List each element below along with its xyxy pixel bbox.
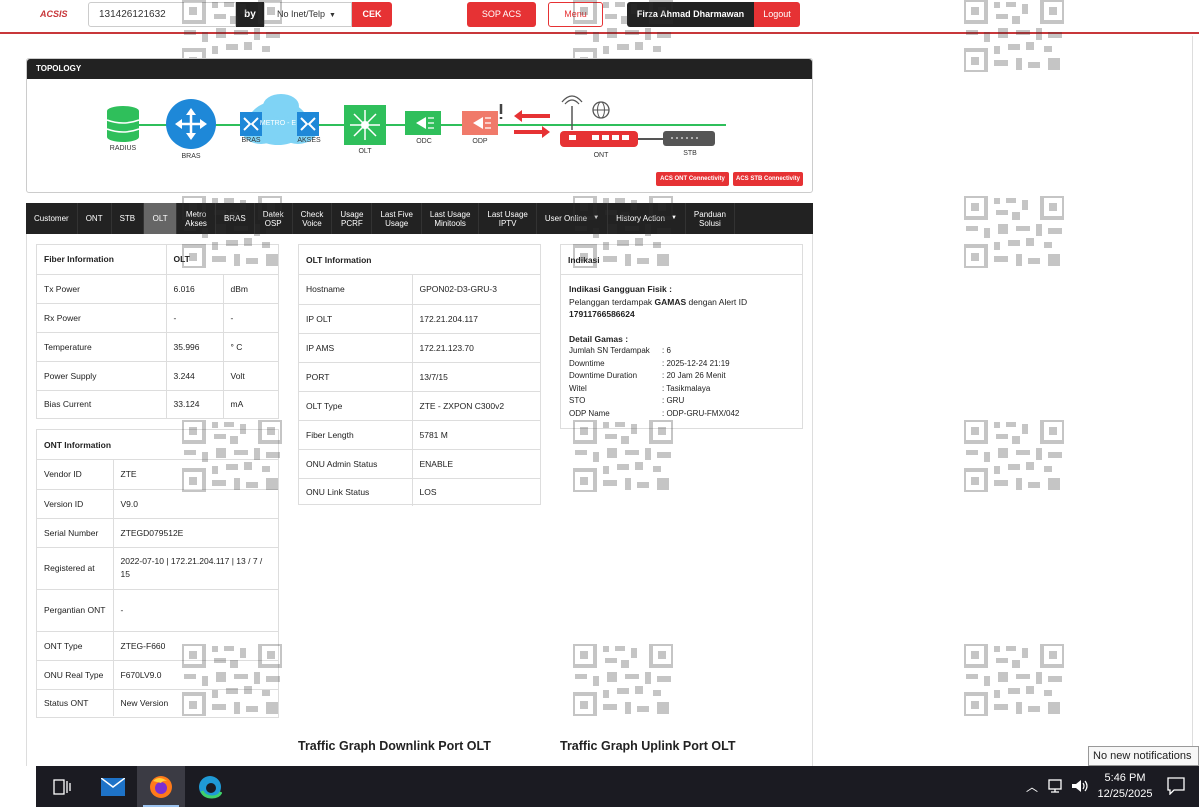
fisik-title: Indikasi Gangguan Fisik : bbox=[569, 284, 672, 294]
detail-gamas-title: Detail Gamas : bbox=[569, 333, 629, 344]
caret-down-icon: ▼ bbox=[329, 12, 336, 19]
detail-row: Downtime: 2025-12-24 21:19 bbox=[569, 358, 730, 368]
chevron-up-icon[interactable]: ︿ bbox=[1026, 778, 1038, 795]
table-row: Registered at 2022-07-10 | 172.21.204.117… bbox=[37, 547, 278, 590]
table-row: Power Supply 3.244 Volt bbox=[37, 361, 278, 391]
tab-olt[interactable]: OLT bbox=[144, 203, 178, 234]
table-row: ONU Admin Status ENABLE bbox=[299, 449, 540, 479]
acs-ont-connectivity-button[interactable]: ACS ONT Connectivity bbox=[656, 172, 729, 186]
akses-label: AKSES bbox=[297, 137, 321, 144]
ont-label: ONT bbox=[593, 152, 609, 159]
olt-label: OLT bbox=[358, 148, 372, 155]
radius-icon bbox=[106, 106, 140, 142]
radius-label: RADIUS bbox=[109, 145, 137, 152]
bras2-label: BRAS bbox=[241, 137, 261, 144]
downlink-graph-title: Traffic Graph Downlink Port OLT bbox=[298, 739, 491, 753]
qr-watermark bbox=[964, 644, 1064, 716]
tab-last-five-usage[interactable]: Last Five Usage bbox=[372, 203, 422, 234]
table-row: Version ID V9.0 bbox=[37, 489, 278, 519]
tab-ont[interactable]: ONT bbox=[78, 203, 112, 234]
edge-icon[interactable] bbox=[186, 766, 234, 807]
clock-date: 12/25/2025 bbox=[1097, 788, 1153, 800]
table-row: Tx Power 6.016 dBm bbox=[37, 274, 278, 304]
qr-watermark bbox=[964, 420, 1064, 492]
olt-icon bbox=[344, 105, 386, 145]
akses-switch-icon bbox=[297, 112, 319, 136]
clock[interactable]: 5:46 PM 12/25/2025 bbox=[1094, 770, 1156, 802]
odp-label: ODP bbox=[472, 138, 488, 145]
mail-icon[interactable] bbox=[89, 766, 137, 807]
app-logo[interactable]: ACSIS bbox=[40, 9, 68, 19]
tab-check-voice[interactable]: Check Voice bbox=[293, 203, 333, 234]
qr-watermark bbox=[964, 0, 1064, 72]
clock-time: 5:46 PM bbox=[1104, 772, 1146, 784]
detail-row: Witel: Tasikmalaya bbox=[569, 383, 711, 393]
bras-label: BRAS bbox=[181, 153, 201, 160]
indikasi-panel: Indikasi Indikasi Gangguan Fisik : Pelan… bbox=[560, 244, 803, 429]
table-row: IP OLT 172.21.204.117 bbox=[299, 304, 540, 334]
table-row: Hostname GPON02-D3-GRU-3 bbox=[299, 275, 540, 305]
uplink-graph-title: Traffic Graph Uplink Port OLT bbox=[560, 739, 736, 753]
qr-watermark bbox=[182, 644, 282, 716]
odc-label: ODC bbox=[416, 138, 432, 145]
los-arrows-icon bbox=[499, 104, 550, 138]
alert-text: Pelanggan terdampak GAMAS dengan Alert I… bbox=[569, 296, 748, 307]
olt-info-title: OLT Information bbox=[299, 245, 540, 275]
table-row: ONU Link Status LOS bbox=[299, 478, 540, 506]
ont-device-icon bbox=[560, 131, 638, 147]
olt-info-panel: OLT Information Hostname GPON02-D3-GRU-3 … bbox=[298, 244, 541, 506]
bras-router-icon bbox=[166, 99, 216, 149]
odp-icon bbox=[462, 111, 498, 135]
table-row: Temperature 35.996 ° C bbox=[37, 332, 278, 362]
cek-button[interactable]: CEK bbox=[352, 2, 392, 27]
table-row: IP AMS 172.21.123.70 bbox=[299, 333, 540, 363]
detail-row: Downtime Duration: 20 Jam 26 Menit bbox=[569, 371, 726, 381]
notification-toast[interactable]: No new notifications bbox=[1088, 746, 1199, 766]
start-area[interactable] bbox=[0, 766, 36, 807]
qr-watermark bbox=[573, 644, 673, 716]
tab-last-usage-iptv[interactable]: Last Usage IPTV bbox=[479, 203, 537, 234]
table-row: PORT 13/7/15 bbox=[299, 362, 540, 392]
table-row: Bias Current 33.124 mA bbox=[37, 390, 278, 418]
network-icon[interactable] bbox=[1048, 778, 1066, 796]
stb-device-icon bbox=[663, 131, 715, 146]
qr-watermark bbox=[182, 196, 282, 268]
qr-watermark bbox=[964, 196, 1064, 268]
tab-bar: Customer ONT STB OLT MetroAkses BRAS Dat… bbox=[26, 203, 813, 234]
odc-icon bbox=[405, 111, 441, 135]
table-row: Rx Power - - bbox=[37, 303, 278, 333]
logout-button[interactable]: Logout bbox=[754, 2, 800, 27]
table-row: Fiber Length 5781 M bbox=[299, 420, 540, 450]
detail-row: ODP Name: ODP-GRU-FMX/042 bbox=[569, 408, 740, 418]
table-row: Serial Number ZTEGD079512E bbox=[37, 518, 278, 548]
qr-watermark bbox=[182, 420, 282, 492]
fiber-info-panel: Fiber InformationOLT Tx Power6.016dBm Rx… bbox=[36, 244, 279, 419]
task-view-icon[interactable] bbox=[38, 766, 86, 807]
stb-label: STB bbox=[683, 150, 697, 157]
fiber-info-header: Fiber Information bbox=[37, 245, 166, 275]
tab-customer[interactable]: Customer bbox=[26, 203, 78, 234]
volume-icon[interactable] bbox=[1071, 778, 1089, 796]
tab-usage-pcrf[interactable]: Usage PCRF bbox=[332, 203, 373, 234]
acs-stb-connectivity-button[interactable]: ACS STB Connectivity bbox=[733, 172, 803, 186]
sop-acs-button[interactable]: SOP ACS bbox=[467, 2, 536, 27]
tab-stb[interactable]: STB bbox=[112, 203, 145, 234]
qr-watermark bbox=[573, 420, 673, 492]
search-type-value: No Inet/Telp bbox=[277, 9, 326, 19]
tab-panduan-solusi[interactable]: Panduan Solusi bbox=[686, 203, 735, 234]
topology-title: TOPOLOGY bbox=[27, 59, 812, 79]
tab-last-usage-minitools[interactable]: Last Usage Minitools bbox=[422, 203, 480, 234]
table-row: OLT Type ZTE - ZXPON C300v2 bbox=[299, 391, 540, 421]
taskbar: ︿ 5:46 PM 12/25/2025 bbox=[0, 766, 1199, 807]
action-center-icon[interactable] bbox=[1167, 777, 1185, 797]
detail-row: Jumlah SN Terdampak: 6 bbox=[569, 346, 671, 355]
metro-label: METRO - E bbox=[259, 120, 297, 127]
table-row: Pergantian ONT - bbox=[37, 589, 278, 632]
qr-watermark bbox=[573, 196, 673, 268]
detail-row: STO: GRU bbox=[569, 396, 685, 406]
firefox-icon[interactable] bbox=[137, 766, 185, 807]
globe-icon bbox=[592, 101, 610, 119]
alert-id: 17911766586624 bbox=[569, 309, 635, 319]
